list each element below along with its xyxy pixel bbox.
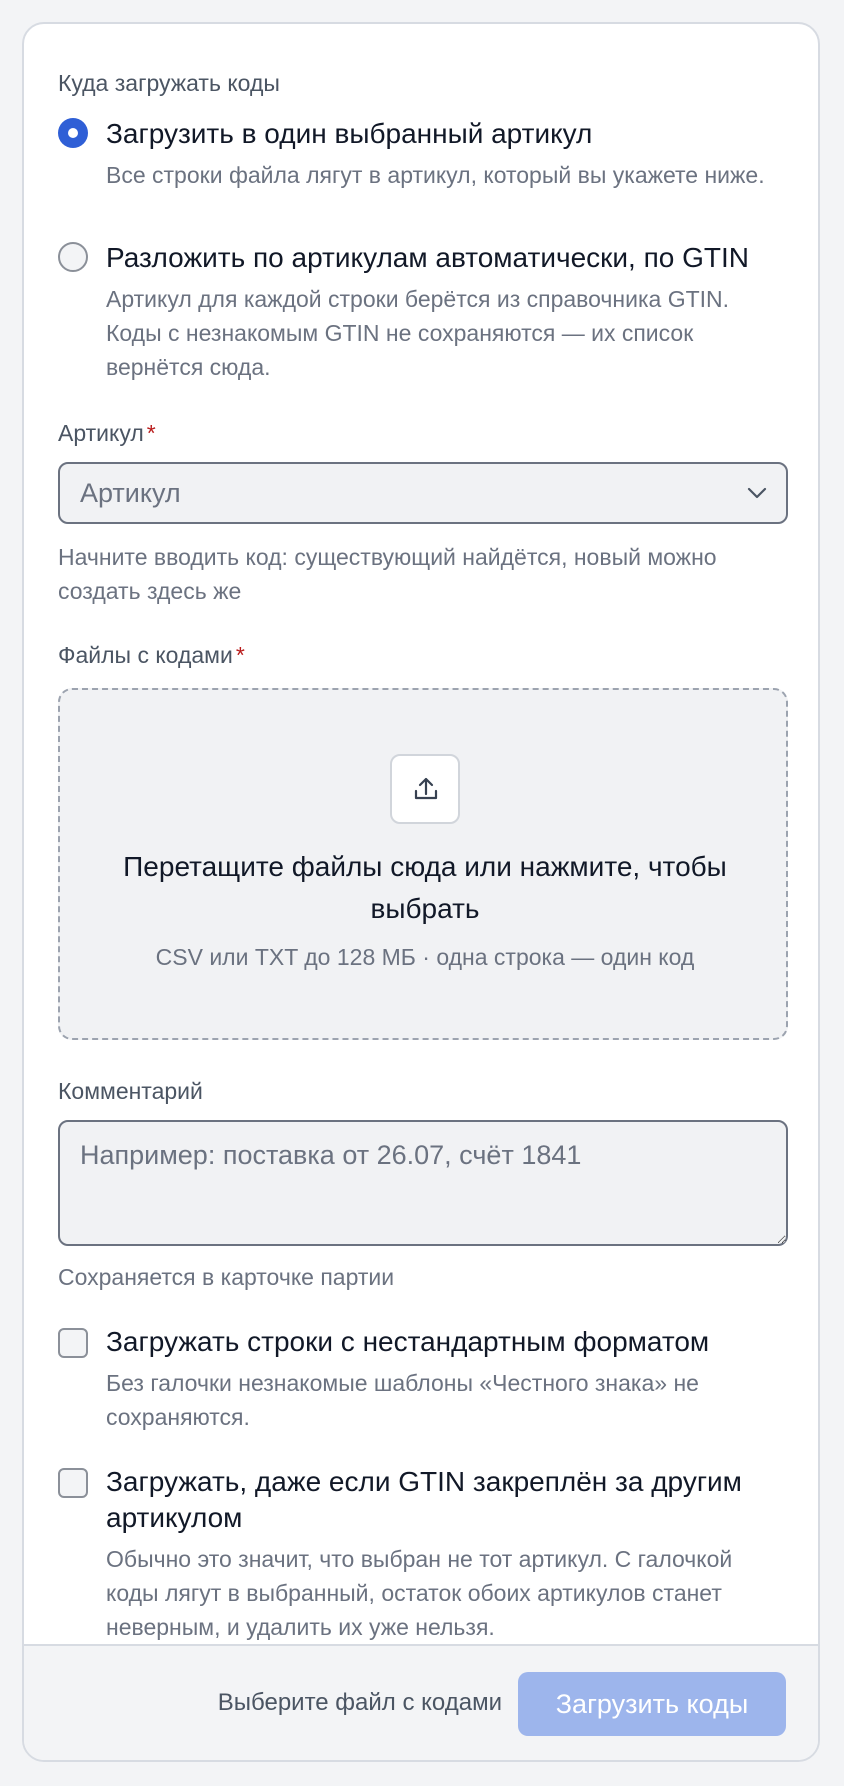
- required-mark: *: [146, 420, 156, 446]
- upload-codes-form: Куда загружать коды Загрузить в один выб…: [22, 22, 820, 1762]
- chevron-down-icon: [747, 487, 767, 499]
- radio-auto-gtin[interactable]: [58, 242, 88, 272]
- radio-single-article-title: Загрузить в один выбранный артикул: [106, 118, 593, 149]
- comment-label: Комментарий: [58, 1078, 203, 1104]
- radio-auto-gtin-title: Разложить по артикулам автоматически, по…: [106, 242, 749, 273]
- target-section-label: Куда загружать коды: [58, 70, 280, 96]
- form-footer: Выберите файл с кодами Загрузить коды: [24, 1644, 818, 1760]
- checkbox-nonstandard-format-description: Без галочки незнакомые шаблоны «Честного…: [106, 1370, 699, 1430]
- dropzone-hint: CSV или TXT до 128 МБ · одна строка — од…: [155, 944, 695, 970]
- checkbox-nonstandard-format-title: Загружать строки с нестандартным формато…: [106, 1326, 710, 1357]
- upload-button[interactable]: [390, 754, 460, 824]
- article-label: Артикул *: [58, 418, 156, 448]
- dropzone-title: Перетащите файлы сюда или нажмите, чтобы…: [123, 851, 727, 924]
- required-mark: *: [235, 642, 245, 668]
- radio-option-single-article[interactable]: Загрузить в один выбранный артикул Все с…: [58, 102, 788, 212]
- checkbox-nonstandard-format[interactable]: [58, 1328, 88, 1358]
- comment-textarea[interactable]: [58, 1120, 788, 1246]
- article-hint: Начните вводить код: существующий найдёт…: [58, 544, 717, 604]
- checkbox-option-nonstandard-format[interactable]: Загружать строки с нестандартным формато…: [58, 1320, 788, 1430]
- article-label-text: Артикул: [58, 420, 144, 446]
- radio-option-auto-gtin[interactable]: Разложить по артикулам автоматически, по…: [58, 226, 788, 386]
- checkbox-gtin-other-article-description: Обычно это значит, что выбран не тот арт…: [106, 1546, 733, 1640]
- files-label-text: Файлы с кодами: [58, 642, 233, 668]
- file-dropzone[interactable]: Перетащите файлы сюда или нажмите, чтобы…: [58, 688, 788, 1040]
- radio-single-article[interactable]: [58, 118, 88, 148]
- checkbox-gtin-other-article[interactable]: [58, 1468, 88, 1498]
- checkbox-gtin-other-article-title: Загружать, даже если GTIN закреплён за д…: [106, 1466, 742, 1533]
- article-select-placeholder: Артикул: [80, 478, 181, 508]
- comment-hint: Сохраняется в карточке партии: [58, 1264, 395, 1290]
- article-select[interactable]: Артикул: [58, 462, 788, 524]
- footer-status: Выберите файл с кодами: [217, 1689, 502, 1716]
- upload-codes-button[interactable]: Загрузить коды: [518, 1672, 786, 1736]
- checkbox-option-gtin-other-article[interactable]: Загружать, даже если GTIN закреплён за д…: [58, 1460, 788, 1650]
- radio-auto-gtin-description: Артикул для каждой строки берётся из спр…: [106, 286, 730, 380]
- files-label: Файлы с кодами *: [58, 640, 245, 670]
- radio-single-article-description: Все строки файла лягут в артикул, которы…: [106, 162, 765, 188]
- upload-icon: [414, 777, 438, 800]
